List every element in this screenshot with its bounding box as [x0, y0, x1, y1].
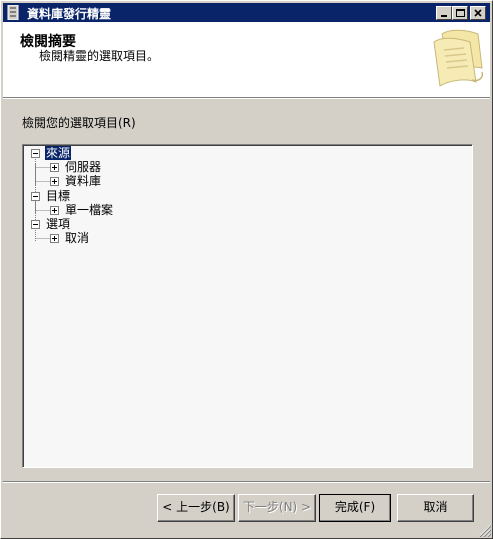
wizard-window: 資料庫發行精靈 檢閱摘要 檢閱精靈的選取項目。 檢閱您的選取項目(R) 來源 伺… — [0, 0, 493, 539]
next-button[interactable]: 下一步(N) > — [238, 494, 316, 522]
tree-node-label: 來源 — [45, 146, 72, 160]
close-icon — [474, 9, 482, 17]
finish-button[interactable]: 完成(F) — [319, 494, 391, 522]
close-button[interactable] — [470, 6, 486, 20]
cancel-button[interactable]: 取消 — [397, 494, 474, 522]
expand-icon[interactable] — [50, 163, 59, 172]
collapse-icon[interactable] — [31, 220, 40, 229]
selection-tree[interactable]: 來源 伺服器 資料庫 目標 單一檔案 選項 取消 — [22, 144, 473, 468]
maximize-icon — [456, 9, 465, 17]
back-button[interactable]: < 上一步(B) — [157, 494, 235, 522]
page-subtitle: 檢閱精靈的選取項目。 — [39, 49, 160, 63]
expand-icon[interactable] — [50, 177, 59, 186]
header-separator — [3, 97, 490, 99]
footer-separator — [3, 481, 490, 483]
maximize-button[interactable] — [452, 6, 468, 20]
tree-node-label: 單一檔案 — [65, 203, 114, 217]
minimize-icon — [441, 15, 447, 17]
tree-node-label: 目標 — [46, 189, 71, 203]
tree-node-label: 選項 — [46, 217, 71, 231]
review-selections-label: 檢閱您的選取項目(R) — [22, 116, 136, 130]
minimize-button[interactable] — [436, 6, 452, 20]
app-icon — [7, 5, 19, 20]
collapse-icon[interactable] — [31, 149, 40, 158]
expand-icon[interactable] — [50, 206, 59, 215]
tree-node-label: 伺服器 — [65, 160, 102, 174]
title-bar[interactable]: 資料庫發行精靈 — [3, 3, 490, 22]
resize-grip-icon[interactable] — [479, 525, 491, 537]
window-title: 資料庫發行精靈 — [27, 7, 112, 21]
scroll-icon — [433, 29, 484, 87]
expand-icon[interactable] — [50, 234, 59, 243]
collapse-icon[interactable] — [31, 192, 40, 201]
wizard-header: 檢閱摘要 檢閱精靈的選取項目。 — [3, 22, 490, 98]
tree-node-label: 取消 — [65, 231, 90, 245]
tree-node-label: 資料庫 — [65, 174, 102, 188]
